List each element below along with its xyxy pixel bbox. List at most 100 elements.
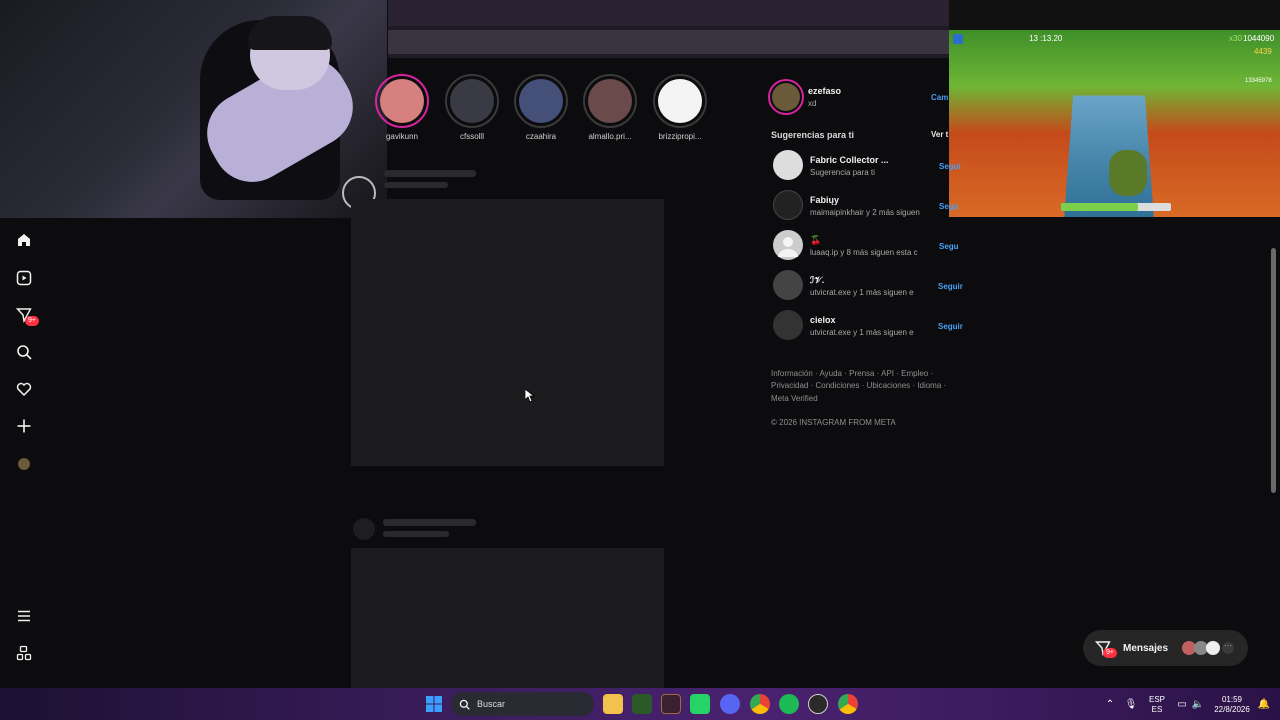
chrome-icon[interactable] (750, 694, 770, 714)
clock-date: 22/8/2026 (1214, 705, 1250, 714)
footer-links-line-1[interactable]: Información · Ayuda · Prensa · API · Emp… (771, 369, 933, 378)
post-skeleton-avatar (353, 518, 375, 540)
taskbar-search-placeholder: Buscar (477, 699, 506, 709)
search-icon[interactable] (14, 342, 34, 362)
switch-account-link[interactable]: Cam (931, 93, 948, 102)
keyboard-layout: ES (1151, 705, 1163, 714)
messages-pill[interactable]: 9+ Mensajes ··· (1083, 630, 1248, 666)
messages-label: Mensajes (1123, 642, 1169, 654)
threads-apps-icon[interactable] (14, 643, 34, 663)
game-character (1109, 150, 1147, 196)
suggestion-name[interactable]: ℐ𝒱. (810, 275, 824, 286)
game-coins: 4439 (1254, 47, 1272, 56)
menu-hamburger-icon[interactable] (14, 606, 34, 626)
suggestion-subtitle: maimaipinkhair y 2 más siguen (810, 208, 920, 217)
notifications-badge: 9+ (25, 316, 39, 326)
profile-avatar[interactable] (768, 79, 804, 115)
follow-button[interactable]: Seguir (938, 322, 963, 331)
webcam-overlay (0, 0, 387, 218)
story-label: brizzipropi... (658, 132, 702, 141)
suggestion-name[interactable]: Fabiųy (810, 195, 839, 205)
messages-badge: 9+ (1103, 648, 1117, 658)
browser-top-strip (388, 0, 949, 58)
windows-taskbar: Buscar ⌃ 🎙 ESP ES ▭ 🔈 01:59 22/8/2026 🔔 (0, 688, 1280, 720)
volume-icon[interactable]: 🔈 (1188, 694, 1208, 714)
story-item[interactable]: brizzipropi... (650, 74, 710, 141)
suggestion-name[interactable]: Fabric Collector ... (810, 155, 889, 165)
story-ring (445, 74, 499, 128)
windows-start-icon[interactable] (424, 694, 444, 714)
footer-copyright: © 2026 INSTAGRAM FROM META (771, 418, 896, 427)
language-indicator[interactable]: ESP ES (1146, 695, 1168, 715)
post-skeleton-media (351, 199, 664, 466)
story-ring (514, 74, 568, 128)
game-timer: 13 :13.20 (1029, 34, 1063, 43)
home-icon[interactable] (14, 230, 34, 250)
game-multiplier: x30 (1229, 34, 1242, 43)
footer-links-line-2[interactable]: Privacidad · Condiciones · Ubicaciones ·… (771, 381, 946, 390)
spotify-icon[interactable] (779, 694, 799, 714)
search-icon (459, 699, 470, 710)
story-label: czaahira (525, 132, 557, 141)
clock-time: 01:59 (1221, 695, 1243, 704)
taskbar-search[interactable]: Buscar (451, 692, 594, 716)
story-ring (583, 74, 637, 128)
app-icon[interactable] (632, 694, 652, 714)
suggestions-heading: Sugerencias para ti (771, 130, 855, 140)
suggestion-subtitle: utvicrat.exe y 1 más siguen e (810, 328, 914, 337)
follow-button[interactable]: Segui (939, 162, 961, 171)
footer-links-line-3[interactable]: Meta Verified (771, 394, 818, 403)
post-skeleton-media (351, 548, 664, 688)
suggestion-avatar[interactable] (773, 150, 803, 180)
profile-username[interactable]: ezefaso (808, 86, 841, 96)
create-plus-icon[interactable] (14, 416, 34, 436)
microphone-icon[interactable]: 🎙 (1121, 694, 1141, 714)
game-score: 1044090 (1243, 34, 1275, 43)
game-pause-icon[interactable] (953, 34, 963, 44)
suggestion-name[interactable]: 🍒 (810, 235, 821, 246)
game-overlay: 13 :13.20 x30 1044090 4439 13345978 (949, 30, 1280, 217)
follow-button[interactable]: Segu (939, 202, 959, 211)
follow-button[interactable]: Segu (939, 242, 959, 251)
profile-avatar-icon[interactable] (14, 454, 34, 474)
mouse-cursor-icon (524, 388, 536, 408)
page-scrollbar[interactable] (1270, 248, 1278, 688)
story-item[interactable]: gavikunn (372, 74, 432, 141)
app-icon[interactable] (661, 694, 681, 714)
messages-icon: 9+ (1095, 640, 1117, 658)
story-avatar (519, 79, 563, 123)
scrollbar-thumb[interactable] (1271, 248, 1276, 493)
steam-icon[interactable] (808, 694, 828, 714)
story-label: gavikunn (385, 132, 419, 141)
suggestion-avatar[interactable] (773, 310, 803, 340)
see-all-link[interactable]: Ver t (931, 130, 948, 139)
suggestion-subtitle: luaaq.ip y 8 más siguen esta c (810, 248, 918, 257)
chevron-up-icon[interactable]: ⌃ (1100, 694, 1120, 714)
notification-bell-icon[interactable]: 🔔 (1254, 694, 1274, 714)
story-avatar (658, 79, 702, 123)
game-jetpack-bar (1061, 203, 1171, 211)
story-item[interactable]: czaahira (511, 74, 571, 141)
story-item[interactable]: cfssolll (442, 74, 502, 141)
story-avatar (588, 79, 632, 123)
whatsapp-icon[interactable] (690, 694, 710, 714)
story-item[interactable]: almallo.pri... (580, 74, 640, 141)
language-code: ESP (1148, 695, 1165, 704)
story-avatar (450, 79, 494, 123)
suggestion-avatar[interactable] (773, 270, 803, 300)
heart-icon[interactable] (14, 379, 34, 399)
reels-icon[interactable] (14, 268, 34, 288)
suggestion-name[interactable]: cielox (810, 315, 836, 325)
post-skeleton-line (383, 519, 476, 526)
discord-icon[interactable] (720, 694, 740, 714)
file-explorer-icon[interactable] (603, 694, 623, 714)
post-skeleton-line (384, 170, 476, 177)
story-label: almallo.pri... (588, 132, 632, 141)
follow-button[interactable]: Seguir (938, 282, 963, 291)
suggestion-avatar[interactable] (773, 190, 803, 220)
chrome-icon[interactable] (838, 694, 858, 714)
messages-avatar (1206, 641, 1221, 655)
clock[interactable]: 01:59 22/8/2026 (1209, 695, 1255, 715)
suggestion-avatar[interactable] (773, 230, 803, 260)
browser-tab-strip (388, 0, 949, 26)
